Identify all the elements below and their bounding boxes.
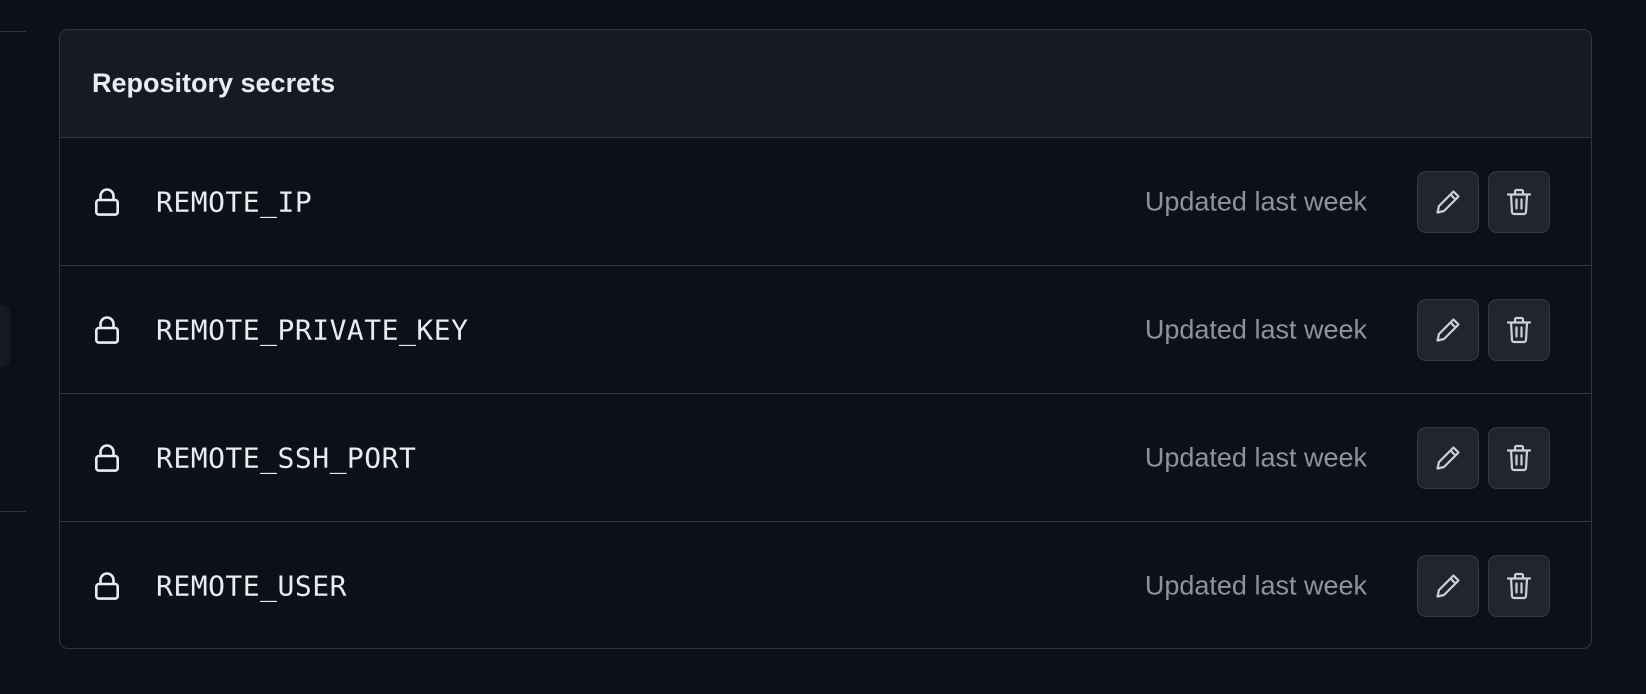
delete-secret-button[interactable] <box>1488 555 1550 617</box>
secret-row: REMOTE_IP Updated last week <box>60 138 1591 266</box>
trash-icon <box>1505 315 1533 345</box>
secret-row: REMOTE_USER Updated last week <box>60 522 1591 648</box>
secret-name: REMOTE_IP <box>156 185 313 218</box>
trash-icon <box>1505 187 1533 217</box>
pencil-icon <box>1433 187 1463 217</box>
lock-icon <box>93 442 121 474</box>
sidebar-divider <box>0 31 26 32</box>
edit-secret-button[interactable] <box>1417 170 1479 233</box>
lock-icon <box>93 314 121 346</box>
pencil-icon <box>1433 571 1463 601</box>
pencil-icon <box>1433 315 1463 345</box>
secret-updated-text: Updated last week <box>1144 314 1367 344</box>
edit-secret-button[interactable] <box>1417 426 1479 489</box>
secrets-page: Repository secrets REMOTE_IP Updated las… <box>0 0 1646 694</box>
lock-icon <box>93 570 121 602</box>
trash-icon <box>1505 571 1533 601</box>
secret-updated-text: Updated last week <box>1144 186 1367 216</box>
delete-secret-button[interactable] <box>1488 170 1550 233</box>
edit-secret-button[interactable] <box>1417 555 1479 617</box>
secret-name: REMOTE_SSH_PORT <box>156 441 417 474</box>
secret-name: REMOTE_PRIVATE_KEY <box>156 313 469 346</box>
repository-secrets-box: Repository secrets REMOTE_IP Updated las… <box>59 29 1592 649</box>
trash-icon <box>1505 443 1533 473</box>
secret-row: REMOTE_SSH_PORT Updated last week <box>60 394 1591 522</box>
lock-icon <box>93 186 121 218</box>
section-title: Repository secrets <box>92 68 336 98</box>
sidebar-divider <box>0 511 26 512</box>
secret-row: REMOTE_PRIVATE_KEY Updated last week <box>60 266 1591 394</box>
edit-secret-button[interactable] <box>1417 298 1479 361</box>
secret-name: REMOTE_USER <box>156 569 347 603</box>
box-header: Repository secrets <box>60 30 1591 138</box>
sidebar-selected-item[interactable] <box>0 305 10 367</box>
secret-updated-text: Updated last week <box>1144 570 1367 601</box>
delete-secret-button[interactable] <box>1488 426 1550 489</box>
delete-secret-button[interactable] <box>1488 298 1550 361</box>
secret-updated-text: Updated last week <box>1144 442 1367 472</box>
pencil-icon <box>1433 443 1463 473</box>
